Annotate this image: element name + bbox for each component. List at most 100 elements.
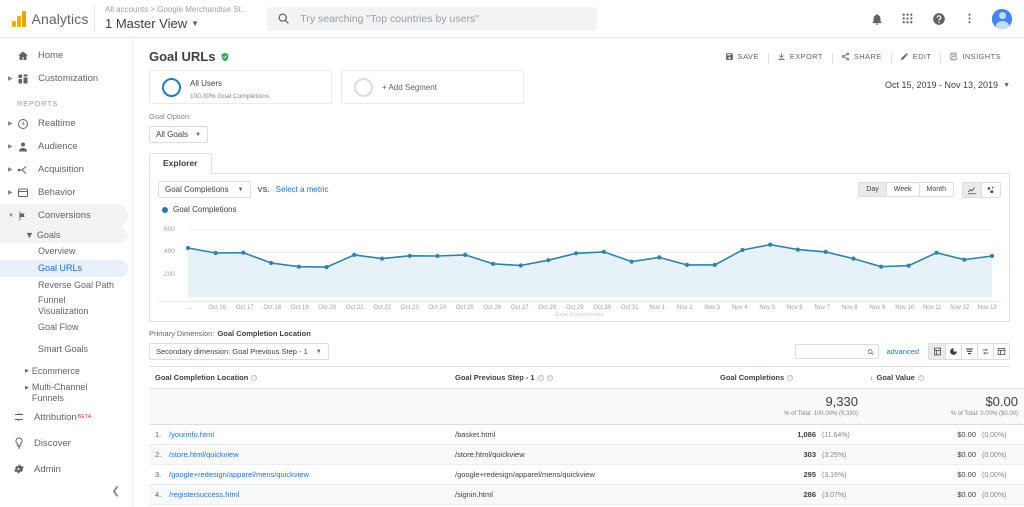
table-row[interactable]: 2. /store.html/quickview/store.html/quick…	[149, 444, 1024, 466]
bell-icon[interactable]	[868, 10, 885, 27]
value-percent: (0.00%)	[982, 432, 1007, 440]
sidebar-item-label: Overview	[38, 245, 76, 256]
analytics-logo-icon	[12, 10, 26, 27]
table-search[interactable]	[795, 344, 880, 359]
sidebar-item-goal-flow[interactable]: Goal Flow	[0, 319, 132, 336]
help-icon[interactable]: ?	[251, 375, 258, 382]
sidebar-collapse-button[interactable]: ❮	[0, 482, 132, 503]
search-input[interactable]	[300, 12, 588, 25]
metric-select[interactable]: Goal Completions ▼	[158, 181, 251, 198]
search-icon	[868, 348, 874, 355]
segment-ring-empty-icon	[354, 77, 373, 97]
export-button[interactable]: EXPORT	[767, 52, 832, 64]
pivot-view-icon[interactable]	[993, 344, 1009, 359]
sidebar-item-ecommerce[interactable]: ▶ Ecommerce	[0, 363, 132, 379]
sidebar-item-overview[interactable]: Overview	[0, 243, 132, 260]
x-axis-tick: Nov 5	[759, 305, 776, 311]
table-view-icon[interactable]	[929, 344, 945, 359]
sidebar-item-admin[interactable]: Admin	[0, 456, 132, 482]
table-row[interactable]: 3. /google+redesign/apparel/mens/quickvie…	[149, 464, 1024, 486]
th-goal-value[interactable]: ↓ Goal Value?	[864, 367, 1024, 389]
location-link[interactable]: /yourinfo.html	[169, 430, 214, 439]
analytics-app: Analytics All accounts > Google Merchand…	[0, 0, 1024, 507]
location-link[interactable]: /google+redesign/apparel/mens/quickview	[169, 470, 309, 479]
granularity-week[interactable]: Week	[885, 183, 919, 196]
account-selector[interactable]: All accounts > Google Merchandise St.. 1…	[94, 5, 245, 32]
sidebar-item-conversions[interactable]: ▼ Conversions	[0, 204, 128, 228]
help-icon[interactable]: ?	[787, 375, 794, 382]
help-icon[interactable]: ?	[917, 375, 924, 382]
pie-view-icon[interactable]	[945, 344, 961, 359]
tab-explorer[interactable]: Explorer	[149, 153, 212, 174]
apps-grid-icon[interactable]	[899, 10, 916, 27]
sidebar-item-goals[interactable]: ▼ Goals	[0, 227, 128, 244]
help-icon[interactable]: ?	[537, 375, 544, 382]
sidebar-item-discover[interactable]: Discover	[0, 430, 132, 456]
motion-chart-icon[interactable]	[981, 182, 1000, 197]
sidebar-item-label: Multi-Channel Funnels	[31, 381, 88, 403]
legend-dot	[162, 206, 168, 213]
comparison-view-icon[interactable]	[977, 344, 993, 359]
cell-value: $0.00(0.00%)	[864, 484, 1024, 506]
value-percent: (0.00%)	[982, 492, 1007, 500]
sidebar-item-customization[interactable]: ▶ Customization	[0, 67, 132, 90]
x-axis-tick: Nov 6	[786, 305, 803, 311]
goal-option-label: Goal Option:	[149, 112, 192, 121]
edit-button[interactable]: EDIT	[890, 52, 941, 64]
sidebar-item-home[interactable]: Home	[0, 44, 132, 67]
sidebar-item-funnel-visualization[interactable]: Funnel Visualization	[0, 294, 132, 319]
goal-option-select[interactable]: All Goals ▼	[149, 126, 208, 143]
remove-icon[interactable]: ×	[546, 375, 553, 382]
performance-view-icon[interactable]	[961, 344, 977, 359]
sidebar-item-label: Ecommerce	[31, 365, 80, 376]
x-axis-tick: Nov 7	[814, 305, 831, 311]
sidebar-item-audience[interactable]: ▶ Audience	[0, 135, 132, 158]
chart-type-toggle	[962, 181, 1001, 198]
table-row[interactable]: 1. /yourinfo.html/basket.html 1,086 (11.64%…	[149, 424, 1024, 446]
sidebar-item-realtime[interactable]: ▶ Realtime	[0, 112, 132, 135]
th-label: Goal Previous Step - 1	[455, 373, 535, 382]
x-axis-tick: Oct 23	[400, 305, 419, 311]
sidebar-item-goal-urls[interactable]: Goal URLs	[0, 260, 128, 278]
cell-value: $0.00(0.00%)	[864, 424, 1024, 446]
primary-dimension-value[interactable]: Goal Completion Location	[217, 329, 310, 338]
secondary-dimension-select[interactable]: Secondary dimension: Goal Previous Step …	[149, 343, 329, 360]
segment-all-users[interactable]: All Users 100.00% Goal Completions	[149, 70, 332, 104]
global-search[interactable]	[267, 6, 598, 31]
insights-button[interactable]: INSIGHTS	[940, 52, 1010, 64]
body: Home ▶ Customization REPORTS ▶ Realtime …	[0, 38, 1024, 507]
sidebar-bottom-nav: Attribution BETA Discover Admin ❮	[0, 404, 132, 507]
location-link[interactable]: /registersuccess.html	[169, 490, 239, 499]
sidebar-item-reverse-goal-path[interactable]: Reverse Goal Path	[0, 277, 132, 294]
table-row[interactable]: 4. /registersuccess.html/signin.html 286 (3…	[149, 484, 1024, 506]
th-goal-previous-step[interactable]: Goal Previous Step - 1? ×	[449, 367, 714, 389]
help-icon[interactable]	[930, 10, 947, 27]
view-name[interactable]: 1 Master View ▼	[105, 16, 245, 31]
x-axis-tick: Nov 4	[731, 305, 748, 311]
granularity-day[interactable]: Day	[859, 183, 886, 196]
th-goal-completions[interactable]: Goal Completions?	[714, 367, 864, 389]
sidebar-item-acquisition[interactable]: ▶ Acquisition	[0, 158, 132, 181]
sidebar-item-multi-channel-funnels[interactable]: ▶ Multi-Channel Funnels	[0, 379, 132, 405]
line-chart-icon[interactable]	[963, 182, 981, 197]
granularity-month[interactable]: Month	[918, 183, 953, 196]
date-range-picker[interactable]: Oct 15, 2019 - Nov 13, 2019 ▼	[885, 70, 1010, 90]
advanced-link[interactable]: advanced	[886, 347, 919, 356]
more-vert-icon[interactable]	[961, 10, 978, 27]
totals-value-sub: % of Total: 0.00% ($0.00)	[950, 411, 1018, 418]
brand[interactable]: Analytics	[0, 10, 88, 27]
sidebar-item-behavior[interactable]: ▶ Behavior	[0, 181, 132, 204]
sidebar-item-smart-goals[interactable]: Smart Goals	[0, 341, 132, 358]
save-button[interactable]: SAVE	[716, 52, 768, 61]
add-segment-button[interactable]: + Add Segment	[341, 70, 524, 104]
totals-completions: 9,330 % of Total: 100.00% (9,330)	[714, 388, 864, 426]
avatar[interactable]	[992, 8, 1012, 29]
location-link[interactable]: /store.html/quickview	[169, 450, 239, 459]
th-goal-completion-location[interactable]: Goal Completion Location?	[149, 367, 449, 389]
select-metric-link[interactable]: Select a metric	[276, 185, 329, 194]
x-axis-tick: Nov 3	[704, 305, 721, 311]
share-button[interactable]: SHARE	[831, 52, 891, 64]
chevron-right-icon: ▶	[25, 384, 29, 391]
sidebar-item-attribution[interactable]: Attribution BETA	[0, 404, 132, 430]
table-search-input[interactable]	[800, 348, 868, 355]
